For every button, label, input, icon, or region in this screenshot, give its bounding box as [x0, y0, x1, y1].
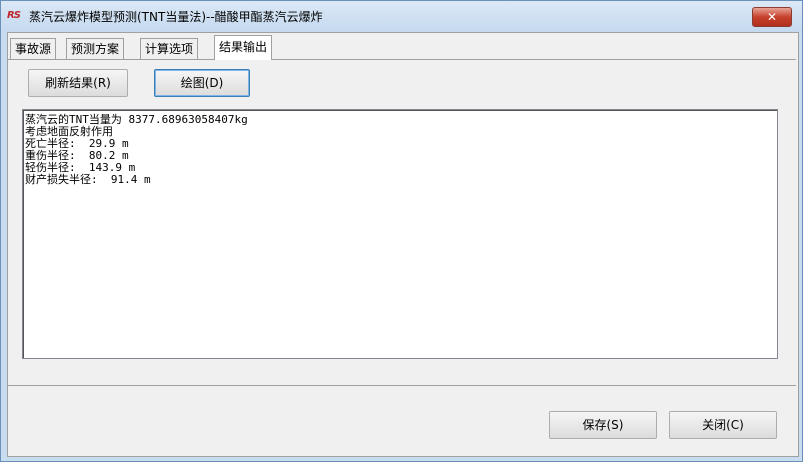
- close-window-button[interactable]: ✕: [752, 7, 792, 27]
- tab-calc-options[interactable]: 计算选项: [140, 38, 199, 59]
- result-line-tnt-equivalent: 蒸汽云的TNT当量为 8377.68963058407kg: [25, 113, 248, 126]
- result-line-property-loss-radius: 财产损失半径: 91.4 m: [25, 173, 151, 186]
- close-button[interactable]: 关闭(C): [669, 411, 777, 439]
- footer-divider: [8, 385, 796, 386]
- results-textarea[interactable]: 蒸汽云的TNT当量为 8377.68963058407kg 考虑地面反射作用 死…: [22, 109, 778, 359]
- tab-accident-source[interactable]: 事故源: [10, 38, 57, 59]
- refresh-results-button[interactable]: 刷新结果(R): [28, 69, 128, 97]
- tab-panel-result-output: 刷新结果(R) 绘图(D) 蒸汽云的TNT当量为 8377.6896305840…: [8, 59, 796, 386]
- result-line-ground-reflection: 考虑地面反射作用: [25, 125, 113, 138]
- result-line-severe-injury-radius: 重伤半径: 80.2 m: [25, 149, 129, 162]
- tab-prediction-plan[interactable]: 预测方案: [66, 38, 125, 59]
- app-icon: RS: [7, 10, 21, 21]
- window-title: 蒸汽云爆炸模型预测(TNT当量法)--醋酸甲酯蒸汽云爆炸: [29, 10, 323, 24]
- title-bar[interactable]: RS 蒸汽云爆炸模型预测(TNT当量法)--醋酸甲酯蒸汽云爆炸 ✕: [1, 1, 802, 32]
- tab-strip: 事故源 预测方案 计算选项 结果输出: [8, 35, 798, 60]
- plot-button[interactable]: 绘图(D): [154, 69, 250, 97]
- save-button[interactable]: 保存(S): [549, 411, 657, 439]
- client-area: 事故源 预测方案 计算选项 结果输出 刷新结果(R) 绘图(D) 蒸汽云的TNT…: [7, 32, 799, 457]
- result-line-death-radius: 死亡半径: 29.9 m: [25, 137, 129, 150]
- dialog-window: RS 蒸汽云爆炸模型预测(TNT当量法)--醋酸甲酯蒸汽云爆炸 ✕ 事故源 预测…: [0, 0, 803, 462]
- tab-result-output[interactable]: 结果输出: [214, 35, 273, 60]
